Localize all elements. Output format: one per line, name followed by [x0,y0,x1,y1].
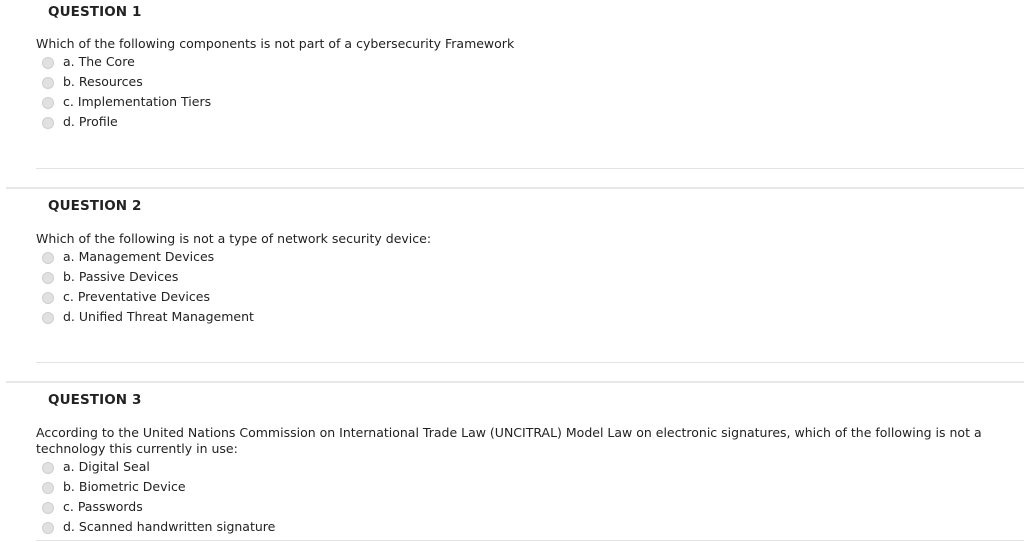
answer-option-d[interactable]: d. Scanned handwritten signature [42,516,275,536]
question-divider [6,187,1024,189]
radio-button[interactable] [42,291,54,304]
option-label: d. Unified Threat Management [63,308,254,324]
answer-option-b[interactable]: b. Passive Devices [42,266,178,286]
option-label: d. Scanned handwritten signature [63,518,276,534]
radio-button[interactable] [42,311,54,324]
question-title: QUESTION 2 [48,198,142,214]
option-label: d. Profile [63,113,118,129]
question-divider [6,381,1024,383]
option-label: c. Passwords [63,498,143,514]
separator [36,168,1024,169]
radio-button[interactable] [42,251,54,264]
answer-option-a[interactable]: a. Digital Seal [42,456,150,476]
question-text: According to the United Nations Commissi… [36,425,982,456]
radio-button[interactable] [42,76,54,89]
radio-button[interactable] [42,96,54,109]
option-label: b. Biometric Device [63,478,186,494]
option-label: c. Preventative Devices [63,288,210,304]
radio-button[interactable] [42,461,54,474]
radio-button[interactable] [42,481,54,494]
separator [36,540,1024,541]
answer-option-b[interactable]: b. Biometric Device [42,476,186,496]
question-text: Which of the following is not a type of … [36,231,432,246]
radio-button[interactable] [42,501,54,514]
radio-button[interactable] [42,116,54,129]
option-label: b. Passive Devices [63,268,179,284]
answer-option-d[interactable]: d. Profile [42,111,118,131]
radio-button[interactable] [42,521,54,534]
answer-option-d[interactable]: d. Unified Threat Management [42,306,254,326]
option-label: b. Resources [63,73,143,89]
radio-button[interactable] [42,271,54,284]
option-label: a. Digital Seal [63,458,150,474]
answer-option-c[interactable]: c. Passwords [42,496,143,516]
answer-option-c[interactable]: c. Preventative Devices [42,286,210,306]
option-label: a. Management Devices [63,248,215,264]
answer-option-a[interactable]: a. Management Devices [42,246,214,266]
answer-option-b[interactable]: b. Resources [42,71,143,91]
option-label: c. Implementation Tiers [63,93,212,109]
radio-button[interactable] [42,56,54,69]
question-title: QUESTION 1 [48,4,142,20]
option-label: a. The Core [63,53,135,69]
answer-option-a[interactable]: a. The Core [42,51,135,71]
separator [36,362,1024,363]
question-text: Which of the following components is not… [36,36,515,51]
question-title: QUESTION 3 [48,392,142,408]
answer-option-c[interactable]: c. Implementation Tiers [42,91,211,111]
